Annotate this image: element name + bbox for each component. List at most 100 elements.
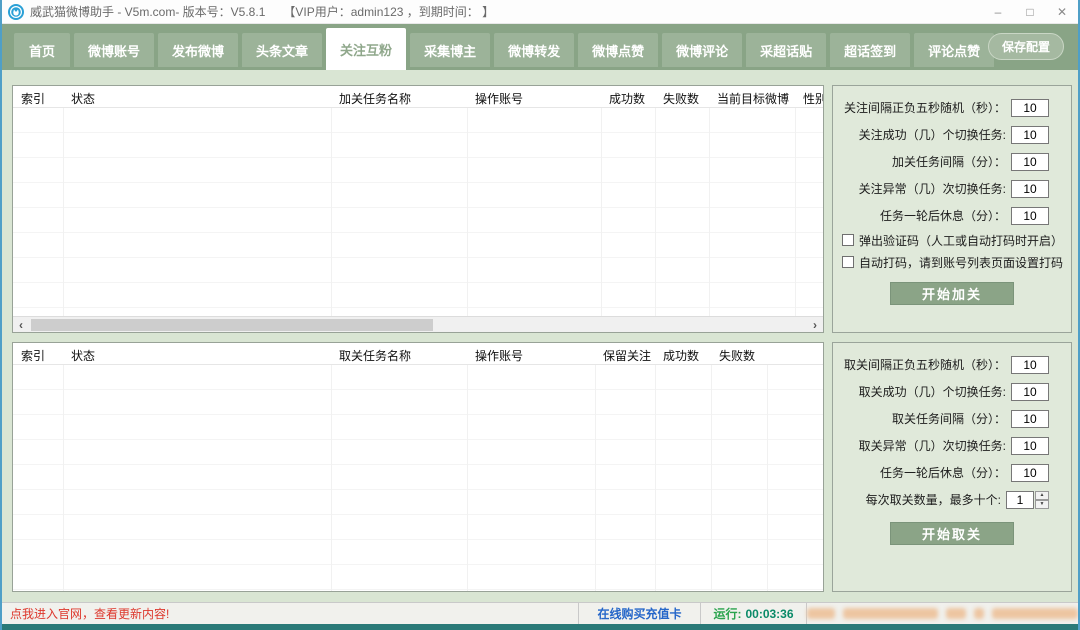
column-header-fail-count: 失败数 [655,86,709,107]
unfollow-task-table: 索引 状态 取关任务名称 操作账号 保留关注 成功数 失败数 [12,342,824,592]
tab-weibo-accounts[interactable]: 微博账号 [74,33,154,67]
tab-weibo-repost[interactable]: 微博转发 [494,33,574,67]
column-header-follow-task-name: 加关任务名称 [331,86,467,107]
tab-collect-supertopic-posts[interactable]: 采超话贴 [746,33,826,67]
run-timer-label: 运行: [713,605,741,622]
follow-task-table: 索引 状态 加关任务名称 操作账号 成功数 失败数 当前目标微博 性别 ‹ [12,85,824,333]
unfollow-batch-count-stepper[interactable] [1006,491,1034,509]
tab-publish-weibo[interactable]: 发布微博 [158,33,238,67]
redacted-text [807,608,835,619]
redacted-text [843,608,939,619]
tab-bar: 首页 微博账号 发布微博 头条文章 关注互粉 采集博主 微博转发 微博点赞 微博… [2,24,1078,70]
column-header-operating-account: 操作账号 [467,86,601,107]
scroll-right-arrow-icon[interactable]: › [807,317,823,333]
start-unfollow-button[interactable]: 开始取关 [890,522,1014,545]
maximize-button[interactable]: □ [1014,0,1046,24]
setting-row: 取关成功（几）个切换任务: [833,378,1071,405]
column-header-gender: 性别 [795,86,823,107]
tab-weibo-like[interactable]: 微博点赞 [578,33,658,67]
minimize-button[interactable]: – [982,0,1014,24]
stepper-up-icon[interactable]: ▲ [1035,491,1049,500]
tab-weibo-comment[interactable]: 微博评论 [662,33,742,67]
field-label: 任务一轮后休息（分）： [880,464,1006,481]
tab-comment-like[interactable]: 评论点赞 [914,33,994,67]
setting-row: 每次取关数量，最多十个: ▲ ▼ [833,486,1071,513]
stepper-down-icon[interactable]: ▼ [1035,500,1049,509]
field-label: 取关间隔正负五秒随机（秒）： [844,356,1006,373]
run-timer: 运行: 00:03:36 [700,603,806,624]
column-header-success-count: 成功数 [601,86,655,107]
column-gridline [767,365,768,591]
column-gridline [467,108,468,316]
unfollow-rest-after-round-input[interactable] [1011,464,1049,482]
follow-rest-after-round-input[interactable] [1011,207,1049,225]
setting-row: 取关异常（几）次切换任务: [833,432,1071,459]
auto-captcha-checkbox[interactable] [842,256,854,268]
column-gridline [795,108,796,316]
checkbox-row: 弹出验证码（人工或自动打码时开启） [833,229,1071,251]
scrollbar-thumb[interactable] [31,319,433,331]
run-timer-value: 00:03:36 [745,607,793,621]
tab-headline-articles[interactable]: 头条文章 [242,33,322,67]
titlebar: 威武猫微博助手 - V5m.com- 版本号：V5.8.1 【VIP用户：adm… [2,0,1078,24]
redacted-contact-section [806,603,1078,624]
column-header-keep-follow: 保留关注 [595,343,655,364]
field-label: 取关异常（几）次切换任务: [859,437,1006,454]
scroll-left-arrow-icon[interactable]: ‹ [13,317,29,333]
tab-supertopic-checkin[interactable]: 超话签到 [830,33,910,67]
unfollow-error-switch-input[interactable] [1011,437,1049,455]
official-site-link[interactable]: 点我进入官网，查看更新内容! [2,603,578,624]
save-config-button[interactable]: 保存配置 [988,33,1064,60]
column-gridline [331,108,332,316]
follow-error-switch-input[interactable] [1011,180,1049,198]
setting-row: 关注间隔正负五秒随机（秒）： [833,94,1071,121]
checkbox-label: 弹出验证码（人工或自动打码时开启） [859,232,1063,249]
field-label: 取关任务间隔（分）： [892,410,1006,427]
unfollow-task-interval-input[interactable] [1011,410,1049,428]
column-gridline [467,365,468,591]
column-gridline [595,365,596,591]
tab-follow-mutual[interactable]: 关注互粉 [326,28,406,70]
stepper-arrows: ▲ ▼ [1035,491,1049,509]
status-bar: 点我进入官网，查看更新内容! 在线购买充值卡 运行: 00:03:36 [2,602,1078,624]
start-follow-button[interactable]: 开始加关 [890,282,1014,305]
unfollow-table-body [13,365,823,591]
follow-task-interval-input[interactable] [1011,153,1049,171]
window-bottom-border [2,624,1078,630]
setting-row: 关注异常（几）次切换任务: [833,175,1071,202]
popup-captcha-checkbox[interactable] [842,234,854,246]
column-header-operating-account: 操作账号 [467,343,595,364]
vip-info: 【VIP用户：admin123 ，到期时间： 】 [283,3,494,20]
horizontal-scrollbar[interactable]: ‹ › [13,316,823,332]
setting-row: 关注成功（几）个切换任务: [833,121,1071,148]
column-gridline [655,108,656,316]
field-label: 关注成功（几）个切换任务: [859,126,1006,143]
scrollbar-track[interactable] [29,317,807,333]
unfollow-success-switch-input[interactable] [1011,383,1049,401]
tab-collect-bloggers[interactable]: 采集博主 [410,33,490,67]
follow-success-switch-input[interactable] [1011,126,1049,144]
app-icon [8,4,24,20]
unfollow-settings-panel: 取关间隔正负五秒随机（秒）： 取关成功（几）个切换任务: 取关任务间隔（分）： … [832,342,1072,592]
follow-settings-panel: 关注间隔正负五秒随机（秒）： 关注成功（几）个切换任务: 加关任务间隔（分）： … [832,85,1072,333]
column-gridline [63,365,64,591]
unfollow-interval-input[interactable] [1011,356,1049,374]
tab-home[interactable]: 首页 [14,33,70,67]
field-label: 加关任务间隔（分）： [892,153,1006,170]
column-header-fail-count: 失败数 [711,343,823,364]
column-header-status: 状态 [63,86,331,107]
buy-recharge-card-link[interactable]: 在线购买充值卡 [578,603,700,624]
setting-row: 加关任务间隔（分）： [833,148,1071,175]
column-header-index: 索引 [13,86,63,107]
follow-interval-input[interactable] [1011,99,1049,117]
setting-row: 取关任务间隔（分）： [833,405,1071,432]
close-button[interactable]: ✕ [1046,0,1078,24]
column-gridline [601,108,602,316]
app-window: 威武猫微博助手 - V5m.com- 版本号：V5.8.1 【VIP用户：adm… [0,0,1080,630]
column-gridline [709,108,710,316]
field-label: 取关成功（几）个切换任务: [859,383,1006,400]
field-label: 任务一轮后休息（分）： [880,207,1006,224]
field-label: 每次取关数量，最多十个: [866,491,1001,508]
follow-table-header-row: 索引 状态 加关任务名称 操作账号 成功数 失败数 当前目标微博 性别 [13,86,823,108]
column-gridline [331,365,332,591]
